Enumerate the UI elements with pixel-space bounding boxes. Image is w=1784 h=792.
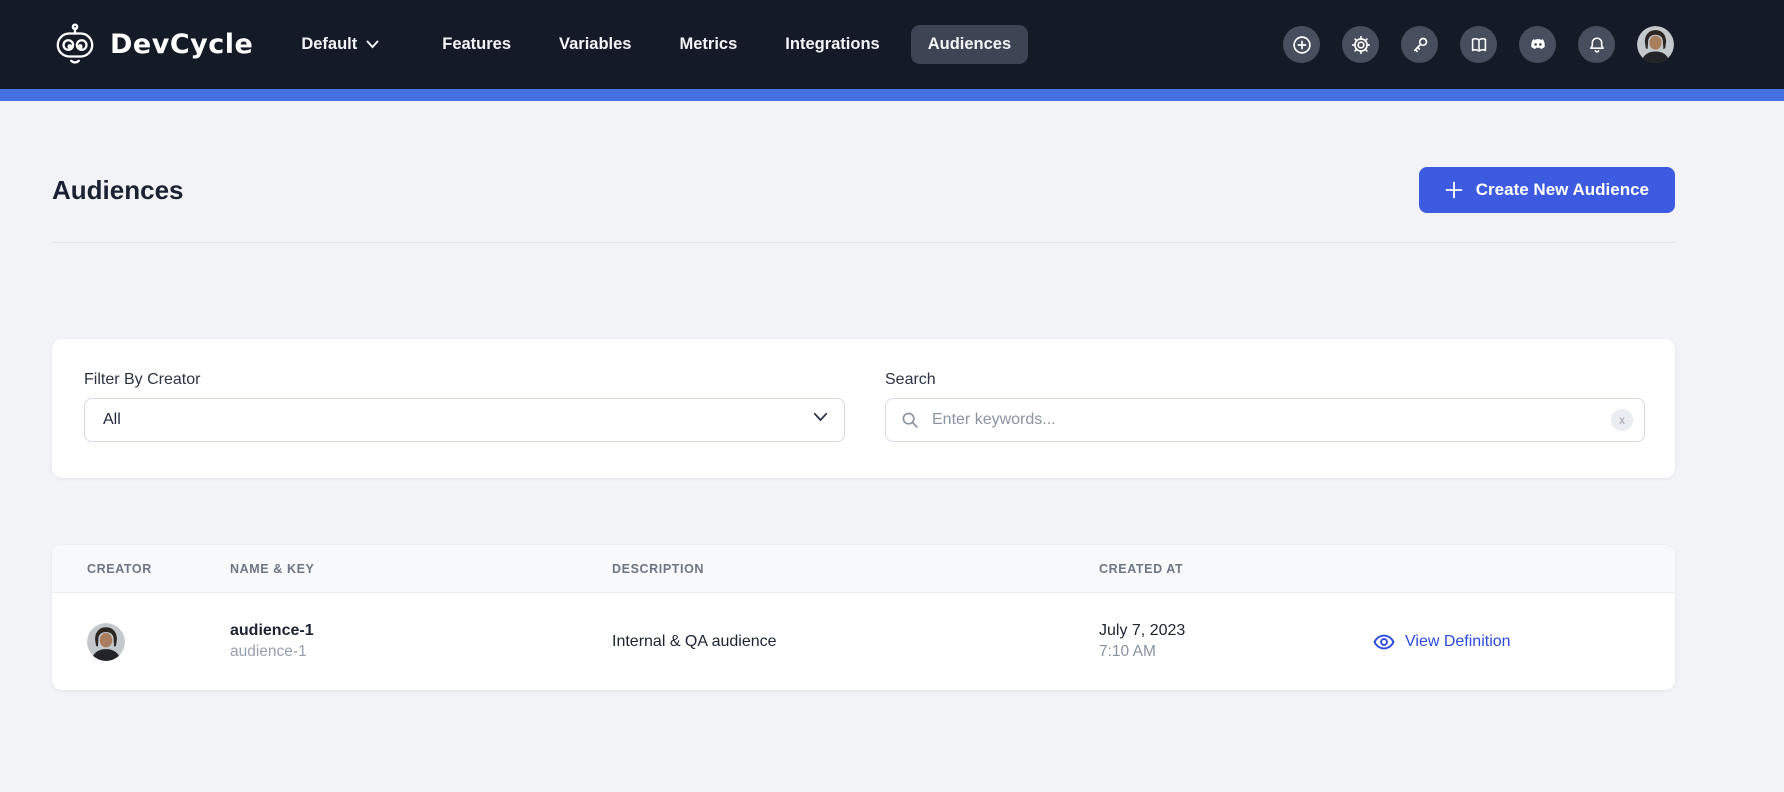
filter-card: Filter By Creator All Search x [52,339,1675,478]
main-nav: Features Variables Metrics Integrations … [425,25,1028,64]
key-icon [1409,34,1431,56]
table-header-row: Creator Name & Key Description Created A… [52,545,1675,593]
project-selector[interactable]: Default [301,35,379,54]
nav-item-variables[interactable]: Variables [542,25,648,64]
devcycle-logo[interactable]: DevCycle [52,23,253,67]
brand-name: DevCycle [110,29,253,60]
creator-filter-select[interactable]: All [84,398,845,442]
view-definition-link[interactable]: View Definition [1372,630,1640,654]
discord-button[interactable] [1519,26,1556,63]
add-button[interactable] [1283,26,1320,63]
nav-item-integrations[interactable]: Integrations [768,25,896,64]
page-title: Audiences [52,175,184,206]
col-header-name-key: Name & Key [230,562,612,576]
search-label: Search [885,371,1645,389]
audiences-page: Audiences Create New Audience Filter By … [52,101,1675,690]
page-header: Audiences Create New Audience [52,167,1675,213]
search-input[interactable] [885,398,1645,442]
create-new-audience-label: Create New Audience [1476,180,1649,200]
plus-circle-icon [1291,34,1313,56]
audience-description: Internal & QA audience [612,633,777,650]
settings-button[interactable] [1342,26,1379,63]
topbar-actions [1283,26,1674,63]
name-key-cell: audience-1 audience-1 [230,622,612,661]
nav-item-audiences[interactable]: Audiences [911,25,1028,64]
description-cell: Internal & QA audience [612,633,1099,651]
chevron-down-icon [366,40,379,49]
discord-icon [1527,34,1549,56]
table-row: audience-1 audience-1 Internal & QA audi… [52,593,1675,690]
col-header-creator: Creator [87,562,230,576]
api-keys-button[interactable] [1401,26,1438,63]
chevron-down-icon [813,412,828,422]
view-definition-label: View Definition [1405,633,1511,651]
created-time: 7:10 AM [1099,643,1372,661]
creator-filter-field: Filter By Creator All [84,371,845,442]
project-selector-value: Default [301,35,357,54]
user-avatar[interactable] [1637,26,1674,63]
actions-cell: View Definition [1372,630,1640,654]
bell-icon [1586,34,1608,56]
search-input-wrap: x [885,398,1645,442]
audience-key: audience-1 [230,643,612,661]
notifications-button[interactable] [1578,26,1615,63]
x-icon: x [1619,414,1625,426]
creator-cell [87,623,230,661]
clear-search-button[interactable]: x [1611,409,1633,431]
nav-item-features[interactable]: Features [425,25,528,64]
creator-filter-value: All [103,411,121,429]
create-new-audience-button[interactable]: Create New Audience [1419,167,1675,213]
created-date: July 7, 2023 [1099,622,1372,640]
plus-icon [1445,181,1463,199]
creator-filter-label: Filter By Creator [84,371,845,389]
accent-strip [0,89,1784,101]
top-navbar: DevCycle Default Features Variables Metr… [0,0,1784,89]
book-icon [1468,34,1490,56]
nav-item-metrics[interactable]: Metrics [663,25,755,64]
eye-icon [1372,630,1396,654]
creator-avatar [87,623,125,661]
created-at-cell: July 7, 2023 7:10 AM [1099,622,1372,661]
search-field: Search x [885,371,1645,442]
audiences-table: Creator Name & Key Description Created A… [52,545,1675,690]
col-header-created-at: Created At [1099,562,1372,576]
search-icon [899,409,921,431]
audience-name: audience-1 [230,622,612,640]
docs-button[interactable] [1460,26,1497,63]
col-header-description: Description [612,562,1099,576]
devcycle-robot-icon [52,23,98,67]
header-divider [52,242,1675,243]
gear-icon [1350,34,1372,56]
